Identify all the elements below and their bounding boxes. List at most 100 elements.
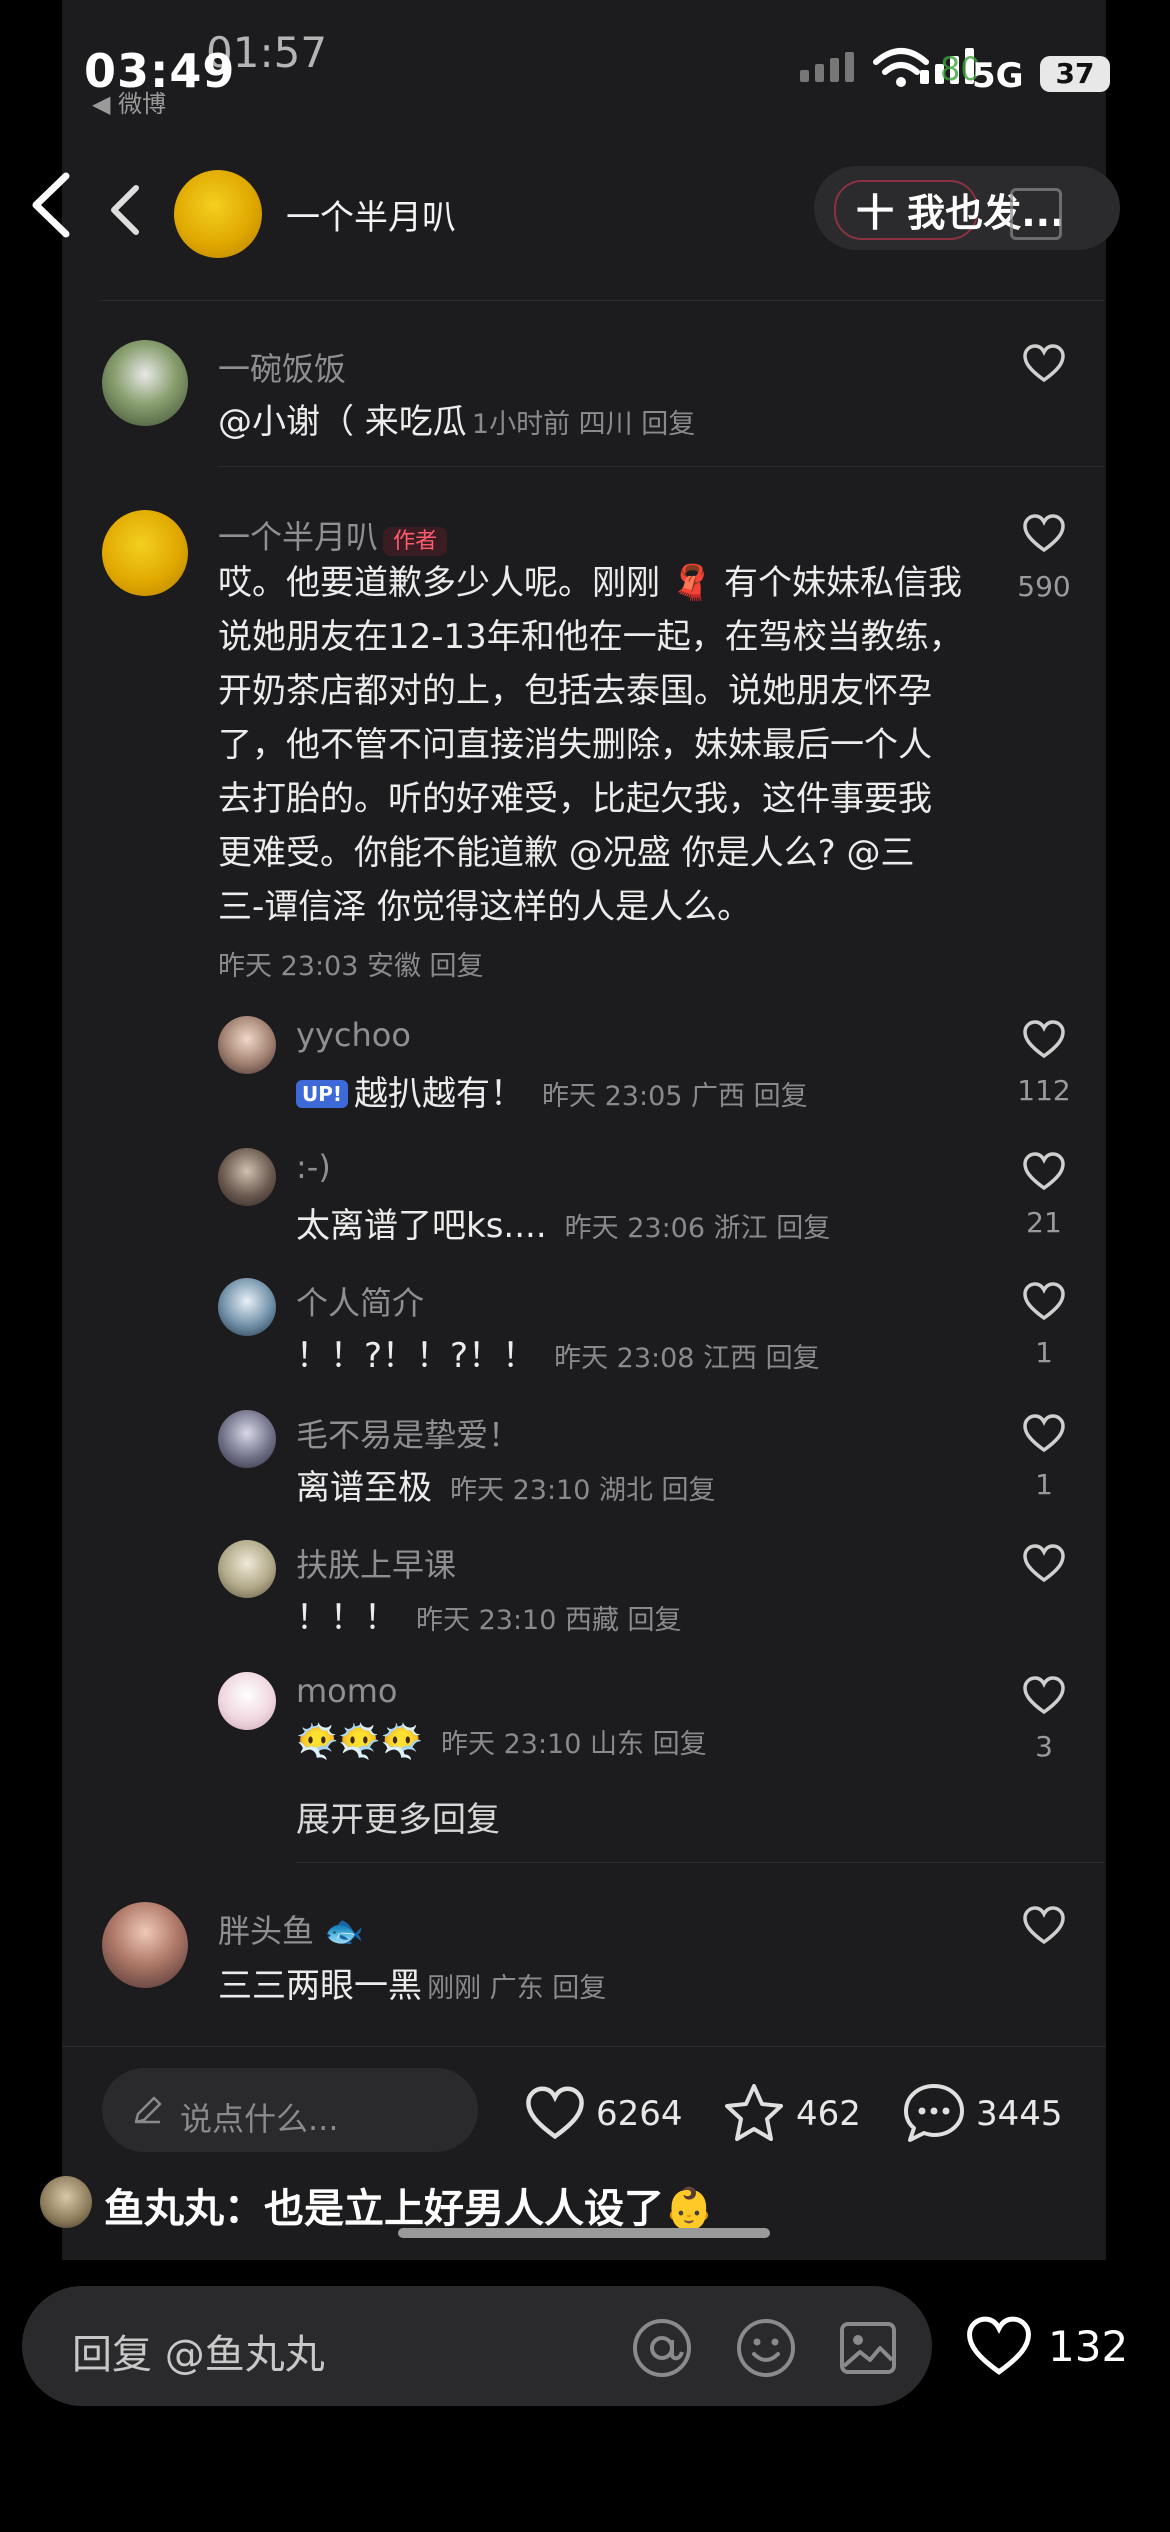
star-count: 462 bbox=[796, 2094, 861, 2134]
reply-body: ！！！ 昨天 23:10 西藏 回复 bbox=[296, 1590, 682, 1639]
comment-line: 说她朋友在12-13年和他在一起，在驾校当教练， bbox=[218, 617, 963, 657]
reply-username[interactable]: yychoo bbox=[296, 1016, 411, 1054]
comment-header: 一个半月叭 作者 bbox=[218, 512, 448, 558]
comment-body: 哎。他要道歉多少人呢。刚刚 🧣 有个妹妹私信我 说她朋友在12-13年和他在一起… bbox=[218, 556, 963, 934]
network-type: 5G bbox=[972, 56, 1024, 96]
comment-line: 哎。他要道歉多少人呢。刚刚 🧣 有个妹妹私信我 bbox=[218, 563, 962, 603]
comment-meta[interactable]: 昨天 23:03 安徽 回复 bbox=[218, 944, 484, 983]
emoji-icon[interactable] bbox=[734, 2316, 798, 2380]
comment-text: 三三两眼一黑 bbox=[218, 1966, 422, 2006]
comment-username[interactable]: 胖头鱼 🐟 bbox=[218, 1906, 364, 1952]
image-icon[interactable] bbox=[836, 2316, 900, 2380]
like-count: 6264 bbox=[596, 2094, 683, 2134]
author-avatar[interactable] bbox=[174, 170, 262, 258]
comment-body: @小谢（ 来吃瓜 1小时前 四川 回复 bbox=[218, 394, 695, 443]
comment-line: 三-谭信泽 你觉得这样的人是人么。 bbox=[218, 887, 752, 927]
comment-meta[interactable]: 刚刚 广东 回复 bbox=[427, 1973, 606, 2004]
reply-body: 太离谱了吧ks.... 昨天 23:06 浙江 回复 bbox=[296, 1198, 830, 1247]
comment-line: 去打胎的。听的好难受，比起欠我，这件事要我 bbox=[218, 779, 932, 819]
reply-body: ！！?！！?！！ 昨天 23:08 江西 回复 bbox=[296, 1328, 820, 1377]
heart-icon[interactable] bbox=[1022, 514, 1066, 554]
reply-text: 😶‍🌫️😶‍🌫️😶‍🌫️ bbox=[296, 1722, 424, 1762]
reply-avatar[interactable] bbox=[218, 1540, 276, 1598]
comment-text: @小谢（ 来吃瓜 bbox=[218, 402, 467, 442]
reply-input-placeholder[interactable]: 回复 @鱼丸丸 bbox=[72, 2322, 325, 2380]
reply-text: ！！！ bbox=[296, 1598, 398, 1638]
up-badge: UP! bbox=[296, 1080, 349, 1108]
comment-input-placeholder[interactable]: 说点什么... bbox=[180, 2094, 339, 2140]
divider bbox=[218, 466, 1104, 467]
reply-avatar[interactable] bbox=[218, 1278, 276, 1336]
like-count: 3 bbox=[1035, 1730, 1053, 1763]
like-count: 590 bbox=[1017, 570, 1071, 603]
reply-avatar[interactable] bbox=[218, 1672, 276, 1730]
author-badge: 作者 bbox=[383, 527, 448, 556]
reply-username[interactable]: 毛不易是挚爱！ bbox=[296, 1410, 520, 1456]
reply-username[interactable]: 个人简介 bbox=[296, 1278, 424, 1324]
reply-avatar[interactable] bbox=[218, 1016, 276, 1074]
like-icon[interactable] bbox=[524, 2086, 586, 2142]
comment-meta[interactable]: 1小时前 四川 回复 bbox=[472, 409, 695, 440]
comment-line: 开奶茶店都对的上，包括去泰国。说她朋友怀孕 bbox=[218, 671, 932, 711]
heart-icon[interactable] bbox=[964, 2316, 1034, 2378]
reply-meta[interactable]: 昨天 23:06 浙江 回复 bbox=[565, 1213, 831, 1244]
heart-icon[interactable] bbox=[1022, 1282, 1066, 1326]
avatar bbox=[40, 2176, 92, 2228]
header-username[interactable]: 一个半月叭 bbox=[286, 190, 456, 239]
reply-meta[interactable]: 昨天 23:10 西藏 回复 bbox=[416, 1605, 682, 1636]
back-to-app-link[interactable]: ◀ 微博 bbox=[92, 84, 166, 119]
comment-username[interactable]: 一碗饭饭 bbox=[218, 344, 346, 390]
reply-text: 越扒越有！ bbox=[354, 1074, 525, 1114]
like-count: 1 bbox=[1035, 1336, 1053, 1369]
reply-text: 太离谱了吧ks.... bbox=[296, 1206, 547, 1246]
heart-icon[interactable] bbox=[1022, 1152, 1066, 1196]
comment-line: 了，他不管不问直接消失删除，妹妹最后一个人 bbox=[218, 725, 932, 765]
reply-body: 😶‍🌫️😶‍🌫️😶‍🌫️ 昨天 23:10 山东 回复 bbox=[296, 1722, 707, 1762]
expand-more-replies[interactable]: 展开更多回复 bbox=[296, 1792, 500, 1841]
battery-indicator: 37 bbox=[1040, 56, 1110, 92]
divider bbox=[296, 1862, 1104, 1863]
heart-icon[interactable] bbox=[1022, 1676, 1066, 1720]
live-comment-text: 鱼丸丸：也是立上好男人人设了👶 bbox=[104, 2186, 714, 2232]
heart-icon[interactable] bbox=[1022, 1414, 1066, 1458]
like-count: 1 bbox=[1035, 1468, 1053, 1501]
back-arrow-icon[interactable] bbox=[22, 170, 82, 240]
reply-body: 离谱至极 昨天 23:10 湖北 回复 bbox=[296, 1460, 716, 1509]
reply-username[interactable]: 扶朕上早课 bbox=[296, 1540, 456, 1586]
reply-avatar[interactable] bbox=[218, 1410, 276, 1468]
comment-line: 更难受。你能不能道歉 @况盛 你是人么? @三 bbox=[218, 833, 915, 873]
heart-icon[interactable] bbox=[1022, 1544, 1066, 1588]
like-count: 112 bbox=[1017, 1074, 1071, 1107]
comment-count: 3445 bbox=[976, 2094, 1063, 2134]
like-count: 21 bbox=[1026, 1206, 1062, 1239]
divider bbox=[62, 2046, 1106, 2047]
heart-icon[interactable] bbox=[1022, 1906, 1066, 1946]
reply-meta[interactable]: 昨天 23:08 江西 回复 bbox=[554, 1343, 820, 1374]
share-icon[interactable] bbox=[1010, 188, 1062, 240]
heart-icon[interactable] bbox=[1022, 344, 1066, 384]
reply-body: UP! 越扒越有！ 昨天 23:05 广西 回复 bbox=[296, 1066, 808, 1115]
home-indicator bbox=[398, 2228, 770, 2238]
reply-like-count: 132 bbox=[1048, 2322, 1129, 2371]
mention-icon[interactable] bbox=[630, 2316, 694, 2380]
reply-username[interactable]: momo bbox=[296, 1672, 398, 1710]
avatar[interactable] bbox=[102, 1902, 188, 1988]
reply-username[interactable]: :-) bbox=[296, 1148, 331, 1186]
reply-text: 离谱至极 bbox=[296, 1468, 432, 1508]
comment-body: 三三两眼一黑 刚刚 广东 回复 bbox=[218, 1958, 606, 2007]
star-icon[interactable] bbox=[722, 2082, 786, 2144]
pen-icon bbox=[134, 2096, 162, 2124]
comment-username[interactable]: 一个半月叭 bbox=[218, 518, 378, 556]
reply-meta[interactable]: 昨天 23:10 山东 回复 bbox=[441, 1729, 707, 1760]
reply-text: ！！?！！?！！ bbox=[296, 1336, 537, 1376]
back-chevron-icon[interactable] bbox=[100, 180, 150, 240]
reply-meta[interactable]: 昨天 23:10 湖北 回复 bbox=[450, 1475, 716, 1506]
heart-icon[interactable] bbox=[1022, 1020, 1066, 1064]
reply-avatar[interactable] bbox=[218, 1148, 276, 1206]
avatar[interactable] bbox=[102, 340, 188, 426]
reply-meta[interactable]: 昨天 23:05 广西 回复 bbox=[542, 1081, 808, 1112]
ghost-signal-icon bbox=[800, 52, 854, 82]
comment-icon[interactable] bbox=[902, 2082, 966, 2144]
divider bbox=[100, 300, 1104, 301]
avatar[interactable] bbox=[102, 510, 188, 596]
